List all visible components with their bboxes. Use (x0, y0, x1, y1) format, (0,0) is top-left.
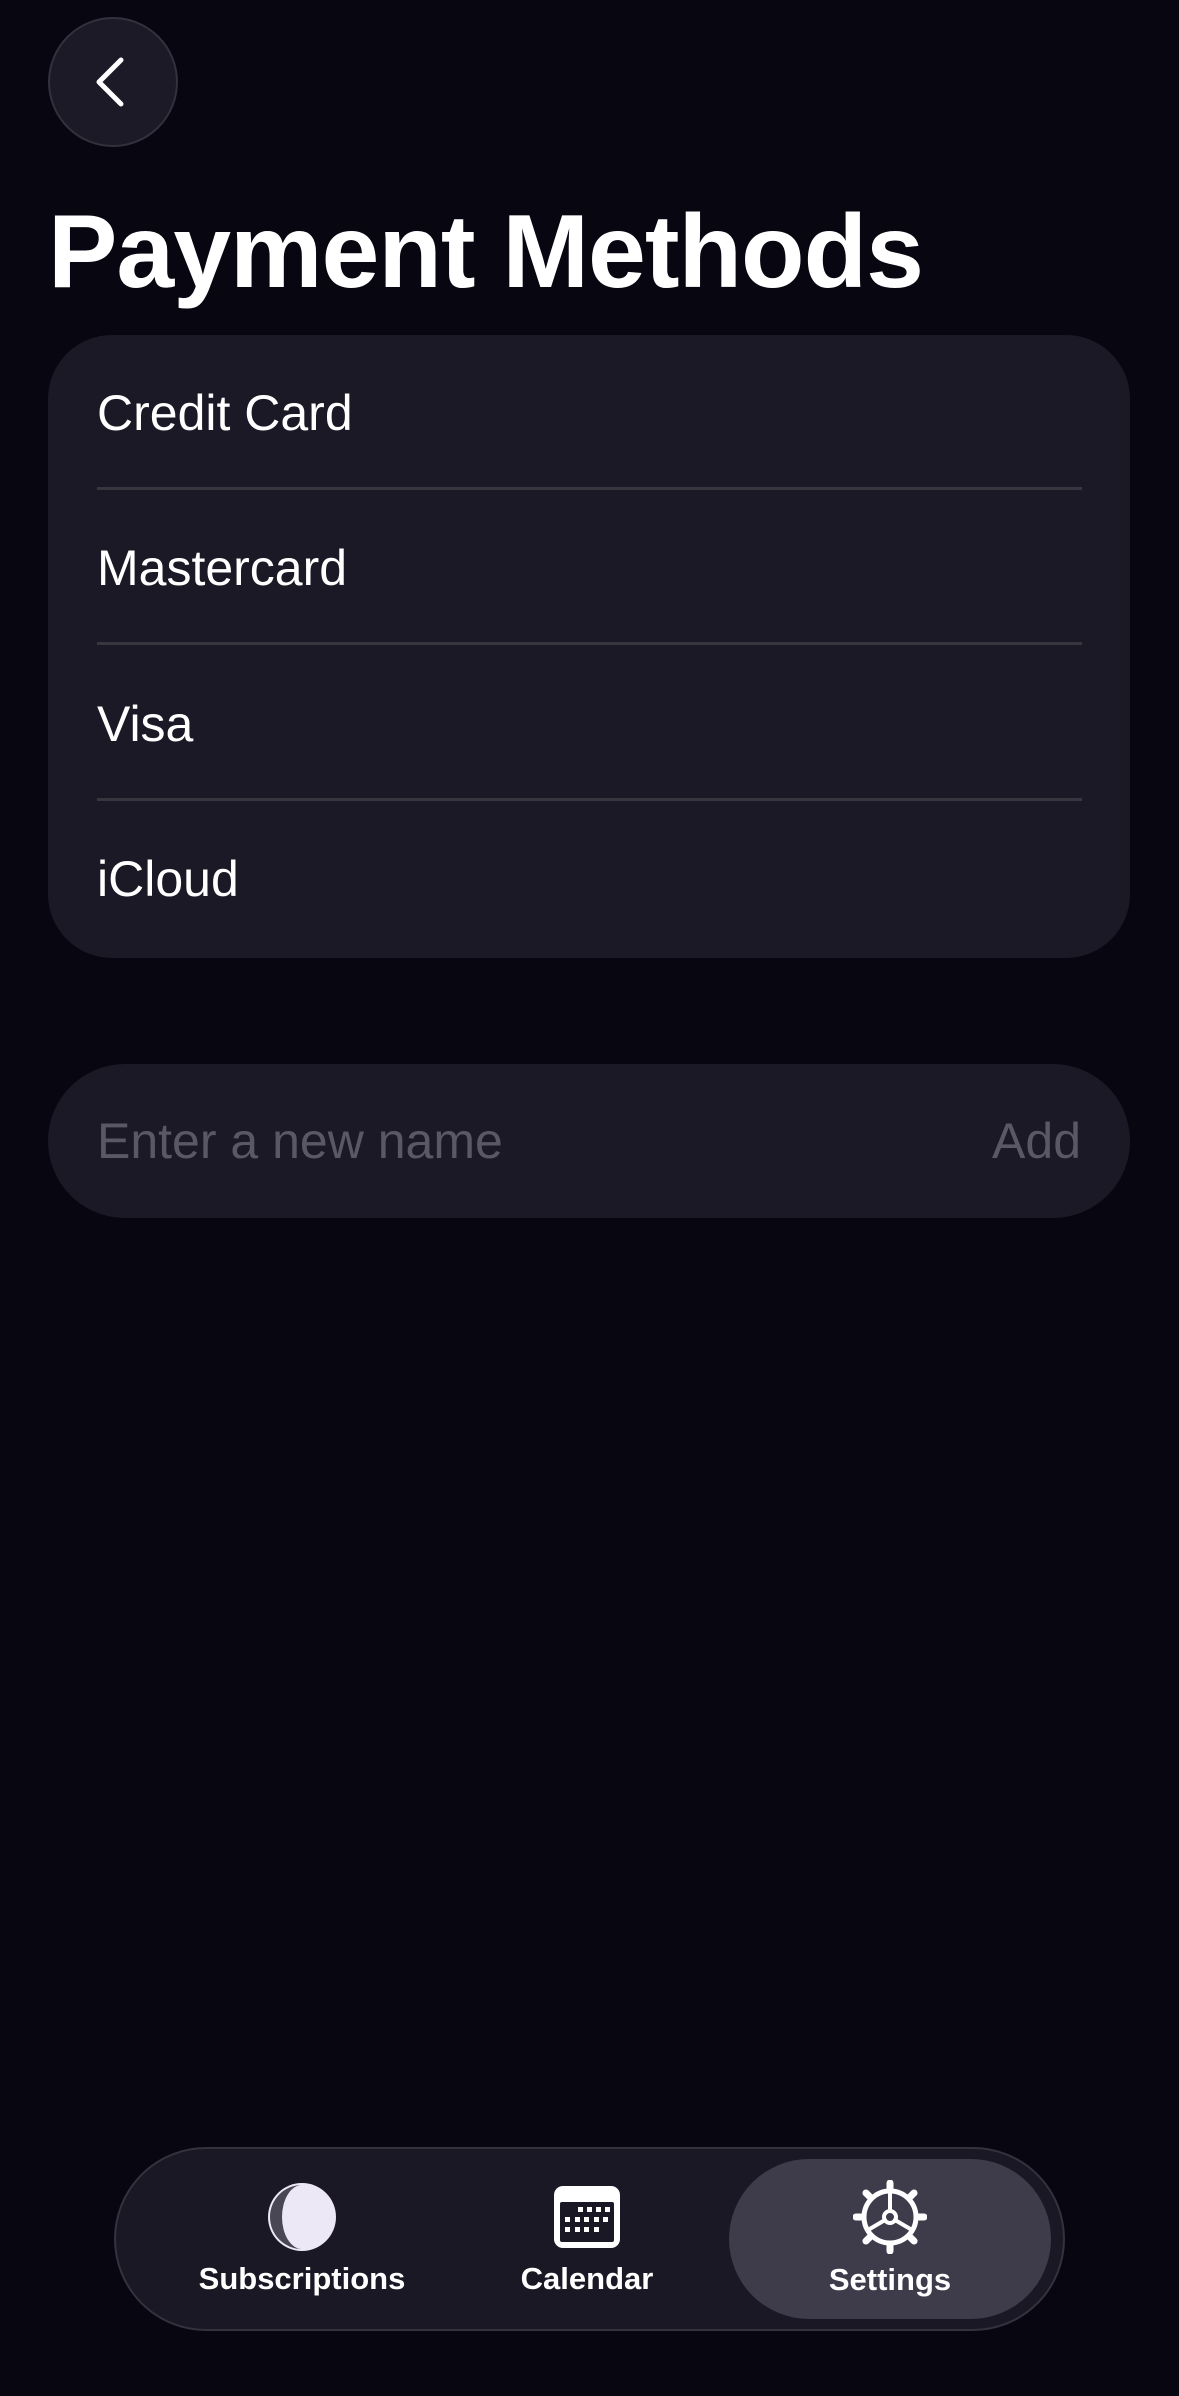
tab-subscriptions[interactable]: Subscriptions (152, 2149, 452, 2329)
list-item-credit-card[interactable]: Credit Card (48, 335, 1130, 490)
tab-bar: Subscriptions Calendar Settings (114, 2147, 1065, 2331)
chevron-left-icon (96, 57, 124, 107)
list-item-mastercard[interactable]: Mastercard (48, 490, 1130, 645)
list-item-label: Credit Card (97, 384, 353, 441)
tab-label: Subscriptions (198, 2261, 406, 2296)
back-button[interactable] (48, 17, 178, 147)
tab-label: Calendar (520, 2261, 654, 2296)
tab-settings[interactable]: Settings (729, 2159, 1051, 2319)
list-item-label: Mastercard (97, 539, 348, 596)
gear-icon (853, 2180, 927, 2254)
list-item-label: iCloud (97, 850, 239, 907)
page-title: Payment Methods (48, 194, 924, 310)
list-item-icloud[interactable]: iCloud (48, 801, 1130, 956)
half-moon-icon (268, 2183, 336, 2251)
new-name-input[interactable] (97, 1112, 973, 1170)
add-method-form: Add (48, 1064, 1130, 1218)
add-button[interactable]: Add (992, 1112, 1081, 1170)
list-item-label: Visa (97, 695, 194, 752)
tab-label: Settings (828, 2262, 952, 2297)
calendar-icon (554, 2186, 620, 2248)
payment-methods-list: Credit Card Mastercard Visa iCloud (48, 335, 1130, 958)
tab-calendar[interactable]: Calendar (452, 2149, 722, 2329)
list-item-visa[interactable]: Visa (48, 646, 1130, 801)
